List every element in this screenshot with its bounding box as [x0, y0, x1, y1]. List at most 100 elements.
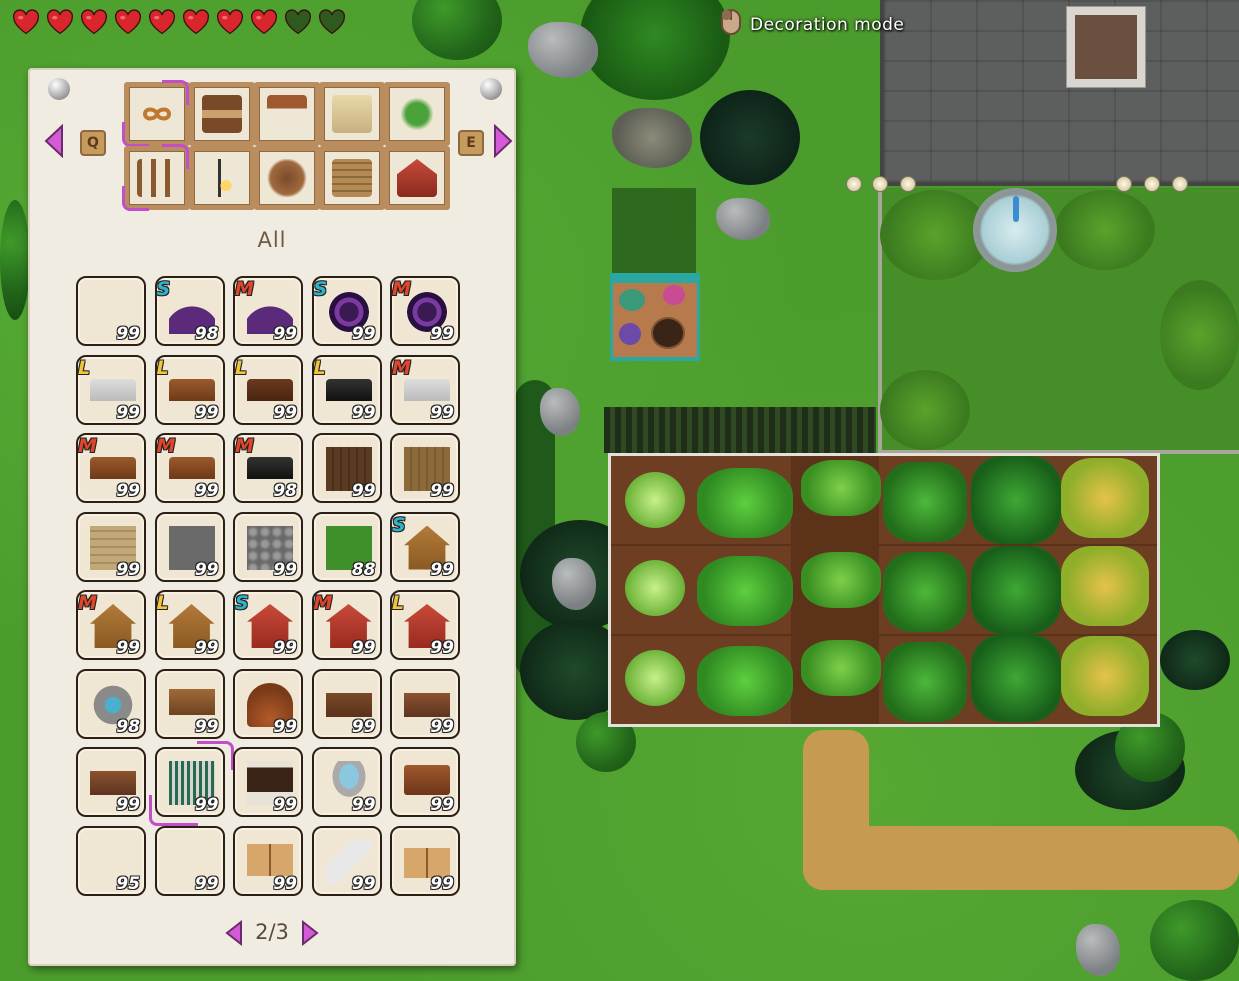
lamp-icon	[900, 176, 916, 192]
tree	[1160, 630, 1230, 690]
carrot-crop[interactable]	[801, 460, 881, 516]
cabbage-crop[interactable]	[625, 560, 685, 616]
cabbage-crop[interactable]	[625, 472, 685, 528]
inventory-slot[interactable]: 99	[154, 825, 225, 896]
inventory-slot[interactable]: S 98	[154, 276, 225, 346]
inventory-slot[interactable]: 88	[311, 511, 382, 582]
inventory-slot[interactable]: L 99	[390, 590, 460, 660]
carrot-crop[interactable]	[801, 552, 881, 608]
inventory-slot[interactable]: M 99	[311, 590, 382, 660]
size-badge: S	[235, 592, 249, 614]
inventory-slot[interactable]: 99	[233, 747, 303, 817]
inventory-slot[interactable]: M 99	[76, 433, 146, 503]
inventory-slot[interactable]: 99	[390, 668, 460, 739]
category-tab-workbench[interactable]	[189, 82, 255, 146]
inventory-slot[interactable]: L 99	[154, 590, 225, 660]
item-quantity: 99	[430, 481, 454, 501]
inventory-slot[interactable]: L 99	[76, 354, 146, 425]
size-badge: L	[392, 592, 405, 614]
category-tab-plant[interactable]	[384, 82, 450, 146]
inventory-slot[interactable]: 99	[390, 825, 460, 896]
lamp-icon	[846, 176, 862, 192]
inventory-slot[interactable]: M 99	[390, 276, 460, 346]
mode-label: Decoration mode	[750, 14, 905, 35]
inventory-slot[interactable]: S 99	[233, 590, 303, 660]
inventory-slot[interactable]: L 99	[154, 354, 225, 425]
category-tab-book-quill[interactable]	[319, 82, 385, 146]
inventory-slot[interactable]: M 98	[233, 433, 303, 503]
page-prev-arrow-icon[interactable]	[225, 919, 243, 947]
inventory-slot[interactable]: S 99	[390, 511, 460, 582]
barn-icon	[389, 151, 445, 205]
mode-indicator: Decoration mode	[720, 8, 904, 41]
heart-full-icon	[182, 8, 210, 36]
inventory-slot[interactable]: M 99	[76, 590, 146, 660]
strawberry-crop[interactable]	[697, 468, 793, 538]
category-tab-barn[interactable]	[384, 146, 450, 210]
chimney	[1066, 6, 1146, 88]
tomato-crop[interactable]	[883, 552, 967, 632]
selection-corner	[162, 80, 189, 105]
item-quantity: 99	[430, 795, 454, 815]
item-quantity: 95	[116, 873, 140, 894]
inventory-slot[interactable]: S 99	[311, 276, 382, 346]
category-tab-rug[interactable]	[254, 146, 320, 210]
inventory-slot[interactable]: 99	[311, 668, 382, 739]
category-tab-lamp-post[interactable]	[189, 146, 255, 210]
inventory-slot[interactable]: 99	[311, 825, 382, 896]
inventory-slot[interactable]: 99	[233, 825, 303, 896]
placement-shadow	[612, 188, 696, 274]
size-badge: M	[156, 435, 176, 457]
inventory-slot[interactable]: L 99	[311, 354, 382, 425]
strawberry-crop[interactable]	[697, 556, 793, 626]
strawberry-crop[interactable]	[697, 646, 793, 716]
squash-crop[interactable]	[1061, 636, 1149, 716]
rug-icon	[259, 151, 315, 205]
inventory-slot[interactable]: 99	[390, 747, 460, 817]
category-prev-arrow-icon[interactable]	[44, 124, 64, 158]
inventory-slot[interactable]: 99	[311, 747, 382, 817]
dark-table-icon	[247, 378, 293, 401]
squash-crop[interactable]	[1061, 546, 1149, 626]
page-next-arrow-icon[interactable]	[301, 919, 319, 947]
item-quantity: 99	[116, 638, 140, 658]
inventory-slot[interactable]: M 99	[390, 354, 460, 425]
cabbage-crop[interactable]	[625, 650, 685, 706]
item-quantity: 99	[194, 795, 219, 815]
size-badge: L	[156, 592, 169, 614]
inventory-slot[interactable]: 99	[233, 511, 303, 582]
category-tab-floor-tile[interactable]	[319, 146, 385, 210]
placement-preview[interactable]	[610, 273, 700, 361]
carrot-crop[interactable]	[801, 640, 881, 696]
black-table-icon	[325, 378, 372, 401]
pepper-crop[interactable]	[971, 546, 1061, 634]
pepper-crop[interactable]	[971, 456, 1061, 544]
tomato-crop[interactable]	[883, 642, 967, 722]
inventory-slot[interactable]: 99	[76, 276, 146, 346]
inventory-slot[interactable]: 99	[76, 747, 146, 817]
category-tab-table[interactable]	[254, 82, 320, 146]
inventory-slot[interactable]: 98	[76, 668, 146, 739]
hedge	[1160, 280, 1239, 390]
inventory-slot[interactable]: 99	[233, 668, 303, 739]
inventory-slot[interactable]: 99	[76, 511, 146, 582]
item-quantity: 99	[116, 481, 140, 501]
tomato-crop[interactable]	[883, 462, 967, 542]
pepper-crop[interactable]	[971, 634, 1061, 722]
prev-key-hint[interactable]: Q	[80, 130, 106, 156]
inventory-slot[interactable]: 95	[76, 825, 146, 896]
inventory-slot[interactable]: L 99	[233, 354, 303, 425]
inventory-slot[interactable]: M 99	[233, 276, 303, 346]
squash-crop[interactable]	[1061, 458, 1149, 538]
wooden-fence	[604, 407, 876, 453]
next-key-hint[interactable]: E	[458, 130, 484, 156]
inventory-slot[interactable]: M 99	[154, 433, 225, 503]
inventory-slot[interactable]: 99	[154, 511, 225, 582]
item-quantity: 99	[194, 638, 219, 658]
inventory-slot[interactable]: 99	[154, 668, 225, 739]
lamp-icon	[872, 176, 888, 192]
inventory-slot[interactable]: 99	[311, 433, 382, 503]
category-next-arrow-icon[interactable]	[493, 124, 513, 158]
inventory-slot[interactable]: 99	[390, 433, 460, 503]
farm-plot[interactable]	[608, 453, 1160, 727]
